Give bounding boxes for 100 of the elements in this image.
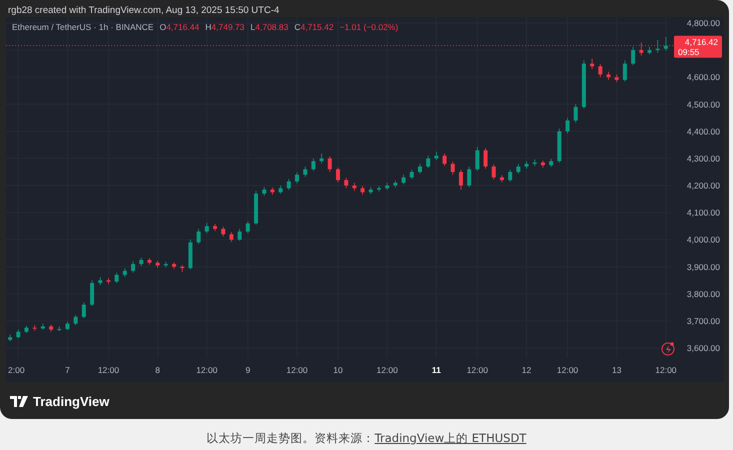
candle — [24, 325, 28, 334]
price-axis-label: 4,500.00 — [686, 99, 720, 110]
candle — [303, 166, 308, 178]
candle — [65, 321, 70, 331]
candle — [598, 64, 602, 78]
price-axis-label: 4,100.00 — [686, 208, 720, 218]
candle — [286, 178, 291, 190]
candle — [393, 180, 398, 188]
logo-text: TradingView — [33, 393, 110, 411]
candle — [32, 324, 37, 332]
time-axis-label: 12:00 — [376, 365, 398, 375]
candle — [311, 158, 316, 172]
candle — [664, 36, 668, 52]
candle — [532, 159, 537, 166]
candle — [90, 280, 94, 306]
candle — [360, 186, 365, 196]
candle — [172, 262, 176, 270]
candle — [656, 39, 660, 54]
caption: 以太坊一周走势图。资料来源：TradingView上的 ETHUSDT — [206, 430, 526, 447]
candle — [82, 302, 86, 319]
candle — [328, 156, 332, 172]
logo-icon — [10, 396, 28, 408]
candle — [278, 185, 283, 194]
candle — [238, 228, 242, 242]
candle — [295, 172, 299, 184]
time-axis-label: 12 — [522, 365, 532, 375]
candle — [458, 169, 463, 190]
ohlc-value: H4,749.73 — [205, 21, 245, 34]
ohlc-value: C4,715.42 — [294, 21, 334, 34]
candle — [262, 186, 266, 196]
time-axis-label: 12:00 — [556, 365, 578, 375]
time-axis-label: 9 — [245, 365, 250, 375]
candle — [49, 324, 54, 332]
candle — [139, 257, 144, 267]
price-axis-label: 3,600.00 — [686, 343, 720, 353]
candle — [122, 268, 127, 278]
candle — [74, 314, 78, 326]
source-link[interactable]: TradingView上的 ETHUSDT — [374, 431, 526, 445]
candle — [16, 329, 20, 339]
candle — [221, 226, 226, 237]
candle — [500, 174, 504, 183]
candle — [492, 164, 496, 180]
time-axis-label: 2:00 — [8, 365, 25, 375]
candle — [426, 155, 430, 169]
price-axis-label: 3,800.00 — [686, 288, 720, 299]
candle — [590, 58, 594, 70]
price-axis-label: 3,900.00 — [686, 262, 720, 272]
price-axis-label: 4,000.00 — [686, 234, 720, 245]
ohlc-value: L4,708.83 — [250, 21, 288, 34]
candle — [614, 74, 619, 82]
candle — [246, 220, 250, 234]
candle — [566, 117, 570, 134]
candle — [606, 71, 611, 80]
time-axis-label: 12:00 — [98, 365, 120, 375]
price-axis-label: 4,300.00 — [686, 153, 720, 164]
time-axis-label: 7 — [65, 365, 70, 375]
candle — [467, 166, 472, 188]
candle — [57, 326, 62, 332]
candle — [385, 182, 390, 190]
candle — [434, 151, 438, 160]
candle — [336, 167, 340, 183]
time-axis-label: 10 — [333, 365, 343, 375]
candle — [98, 276, 102, 286]
candle — [106, 278, 110, 284]
time-axis-label: 12:00 — [196, 365, 218, 375]
candle — [213, 224, 218, 232]
lightning-icon[interactable] — [662, 342, 674, 356]
time-axis-label: 8 — [155, 365, 160, 375]
candle — [8, 334, 12, 342]
candle — [516, 163, 520, 174]
ohlc-value: O4,716.44 — [160, 21, 200, 34]
candle — [147, 258, 152, 265]
candle — [475, 146, 480, 172]
candle — [196, 228, 201, 244]
candle — [639, 42, 644, 56]
candle — [180, 264, 184, 273]
candle — [540, 160, 545, 168]
candle — [188, 239, 192, 270]
candle — [622, 60, 627, 82]
price-axis-label: 4,200.00 — [686, 180, 720, 190]
candle — [254, 190, 258, 226]
candle — [574, 104, 578, 124]
candle — [524, 160, 529, 170]
candle — [418, 163, 422, 174]
candle — [344, 178, 348, 189]
candle — [164, 261, 168, 268]
candle — [557, 128, 562, 164]
price-change: −1.01 (−0.02%) — [340, 21, 398, 34]
candle — [229, 232, 234, 242]
candle — [352, 182, 356, 192]
candle — [582, 60, 586, 109]
time-axis-label: 12:00 — [655, 365, 677, 375]
candle — [377, 186, 381, 192]
candle — [410, 169, 414, 180]
candle — [508, 169, 512, 182]
candle — [156, 260, 160, 268]
price-axis-label: 3,700.00 — [686, 316, 720, 326]
candle — [549, 158, 554, 168]
candle — [320, 153, 324, 164]
candle — [204, 222, 209, 234]
